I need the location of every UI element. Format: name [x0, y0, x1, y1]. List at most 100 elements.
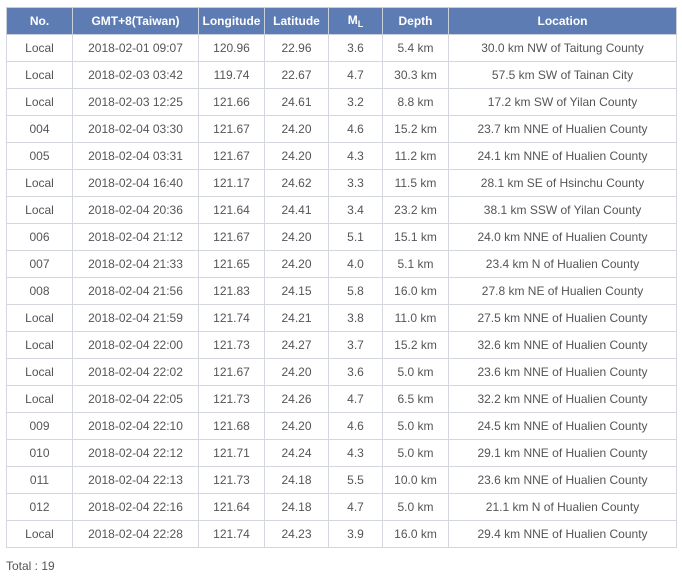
cell-time: 2018-02-04 22:05: [72, 385, 199, 413]
cell-longitude: 121.67: [198, 115, 265, 143]
table-row[interactable]: 009 2018-02-04 22:10 121.68 24.20 4.6 5.0 km 2…: [6, 412, 677, 440]
cell-magnitude: 3.6: [328, 358, 383, 386]
table-row[interactable]: Local 2018-02-04 20:36 121.64 24.41 3.4 23.2 …: [6, 196, 677, 224]
cell-longitude: 119.74: [198, 61, 265, 89]
cell-depth: 11.5 km: [382, 169, 449, 197]
column-header-longitude[interactable]: Longitude: [198, 7, 265, 35]
cell-depth: 10.0 km: [382, 466, 449, 494]
table-row[interactable]: Local 2018-02-04 22:02 121.67 24.20 3.6 5.0 k…: [6, 358, 677, 386]
cell-no: 010: [6, 439, 73, 467]
cell-magnitude: 4.7: [328, 61, 383, 89]
total-count: Total : 19: [6, 559, 55, 573]
cell-location: 23.6 km NNE of Hualien County: [448, 466, 677, 494]
cell-latitude: 24.20: [264, 358, 329, 386]
cell-no: 006: [6, 223, 73, 251]
table-row[interactable]: 004 2018-02-04 03:30 121.67 24.20 4.6 15.2 km…: [6, 115, 677, 143]
table-row[interactable]: Local 2018-02-04 22:05 121.73 24.26 4.7 6.5 k…: [6, 385, 677, 413]
column-header-latitude[interactable]: Latitude: [264, 7, 329, 35]
cell-depth: 11.0 km: [382, 304, 449, 332]
cell-location: 21.1 km N of Hualien County: [448, 493, 677, 521]
cell-location: 28.1 km SE of Hsinchu County: [448, 169, 677, 197]
cell-longitude: 121.73: [198, 331, 265, 359]
earthquake-table: No. GMT+8(Taiwan) Longitude Latitude ML …: [6, 7, 677, 548]
cell-latitude: 22.96: [264, 34, 329, 62]
cell-no: Local: [6, 34, 73, 62]
table-row[interactable]: 007 2018-02-04 21:33 121.65 24.20 4.0 5.1 km 2…: [6, 250, 677, 278]
column-header-no[interactable]: No.: [6, 7, 73, 35]
cell-no: Local: [6, 88, 73, 116]
cell-longitude: 121.67: [198, 223, 265, 251]
table-row[interactable]: 010 2018-02-04 22:12 121.71 24.24 4.3 5.0 km 2…: [6, 439, 677, 467]
cell-depth: 5.4 km: [382, 34, 449, 62]
table-header-row: No. GMT+8(Taiwan) Longitude Latitude ML …: [6, 7, 677, 35]
cell-time: 2018-02-03 03:42: [72, 61, 199, 89]
cell-latitude: 24.26: [264, 385, 329, 413]
cell-location: 29.4 km NNE of Hualien County: [448, 520, 677, 548]
table-row[interactable]: 011 2018-02-04 22:13 121.73 24.18 5.5 10.0 km…: [6, 466, 677, 494]
cell-latitude: 22.67: [264, 61, 329, 89]
cell-latitude: 24.20: [264, 223, 329, 251]
column-header-location[interactable]: Location: [448, 7, 677, 35]
table-row[interactable]: Local 2018-02-04 22:00 121.73 24.27 3.7 15.2 …: [6, 331, 677, 359]
cell-location: 23.7 km NNE of Hualien County: [448, 115, 677, 143]
cell-magnitude: 5.5: [328, 466, 383, 494]
table-row[interactable]: Local 2018-02-04 16:40 121.17 24.62 3.3 11.5 …: [6, 169, 677, 197]
cell-no: 011: [6, 466, 73, 494]
cell-depth: 11.2 km: [382, 142, 449, 170]
cell-longitude: 121.73: [198, 466, 265, 494]
cell-magnitude: 4.6: [328, 115, 383, 143]
cell-time: 2018-02-04 20:36: [72, 196, 199, 224]
column-header-time[interactable]: GMT+8(Taiwan): [72, 7, 199, 35]
cell-no: 005: [6, 142, 73, 170]
column-header-magnitude[interactable]: ML: [328, 7, 383, 35]
cell-location: 29.1 km NNE of Hualien County: [448, 439, 677, 467]
cell-latitude: 24.41: [264, 196, 329, 224]
cell-longitude: 121.68: [198, 412, 265, 440]
cell-longitude: 121.66: [198, 88, 265, 116]
cell-magnitude: 3.6: [328, 34, 383, 62]
cell-latitude: 24.20: [264, 115, 329, 143]
cell-longitude: 121.67: [198, 142, 265, 170]
cell-location: 24.1 km NNE of Hualien County: [448, 142, 677, 170]
cell-longitude: 121.64: [198, 493, 265, 521]
cell-time: 2018-02-04 03:30: [72, 115, 199, 143]
cell-location: 24.5 km NNE of Hualien County: [448, 412, 677, 440]
cell-time: 2018-02-01 09:07: [72, 34, 199, 62]
cell-latitude: 24.15: [264, 277, 329, 305]
cell-time: 2018-02-04 21:12: [72, 223, 199, 251]
table-row[interactable]: 005 2018-02-04 03:31 121.67 24.20 4.3 11.2 km…: [6, 142, 677, 170]
cell-location: 27.8 km NE of Hualien County: [448, 277, 677, 305]
cell-longitude: 121.74: [198, 304, 265, 332]
cell-no: Local: [6, 61, 73, 89]
cell-depth: 16.0 km: [382, 277, 449, 305]
cell-longitude: 121.17: [198, 169, 265, 197]
table-row[interactable]: Local 2018-02-04 21:59 121.74 24.21 3.8 11.0 …: [6, 304, 677, 332]
cell-magnitude: 4.6: [328, 412, 383, 440]
cell-latitude: 24.18: [264, 466, 329, 494]
cell-time: 2018-02-04 22:02: [72, 358, 199, 386]
cell-time: 2018-02-04 21:56: [72, 277, 199, 305]
cell-magnitude: 3.7: [328, 331, 383, 359]
cell-magnitude: 4.7: [328, 385, 383, 413]
table-row[interactable]: 012 2018-02-04 22:16 121.64 24.18 4.7 5.0 km 2…: [6, 493, 677, 521]
table-row[interactable]: 006 2018-02-04 21:12 121.67 24.20 5.1 15.1 km…: [6, 223, 677, 251]
cell-latitude: 24.18: [264, 493, 329, 521]
cell-latitude: 24.20: [264, 412, 329, 440]
table-row[interactable]: 008 2018-02-04 21:56 121.83 24.15 5.8 16.0 km…: [6, 277, 677, 305]
table-row[interactable]: Local 2018-02-03 12:25 121.66 24.61 3.2 8.8 k…: [6, 88, 677, 116]
table-row[interactable]: Local 2018-02-01 09:07 120.96 22.96 3.6 5.4 k…: [6, 34, 677, 62]
cell-location: 24.0 km NNE of Hualien County: [448, 223, 677, 251]
cell-magnitude: 3.8: [328, 304, 383, 332]
cell-time: 2018-02-04 16:40: [72, 169, 199, 197]
cell-no: Local: [6, 169, 73, 197]
cell-depth: 15.1 km: [382, 223, 449, 251]
cell-location: 27.5 km NNE of Hualien County: [448, 304, 677, 332]
cell-time: 2018-02-04 22:13: [72, 466, 199, 494]
cell-location: 57.5 km SW of Tainan City: [448, 61, 677, 89]
table-row[interactable]: Local 2018-02-03 03:42 119.74 22.67 4.7 30.3 …: [6, 61, 677, 89]
cell-time: 2018-02-04 22:10: [72, 412, 199, 440]
cell-longitude: 121.67: [198, 358, 265, 386]
column-header-depth[interactable]: Depth: [382, 7, 449, 35]
cell-latitude: 24.23: [264, 520, 329, 548]
table-row[interactable]: Local 2018-02-04 22:28 121.74 24.23 3.9 16.0 …: [6, 520, 677, 548]
